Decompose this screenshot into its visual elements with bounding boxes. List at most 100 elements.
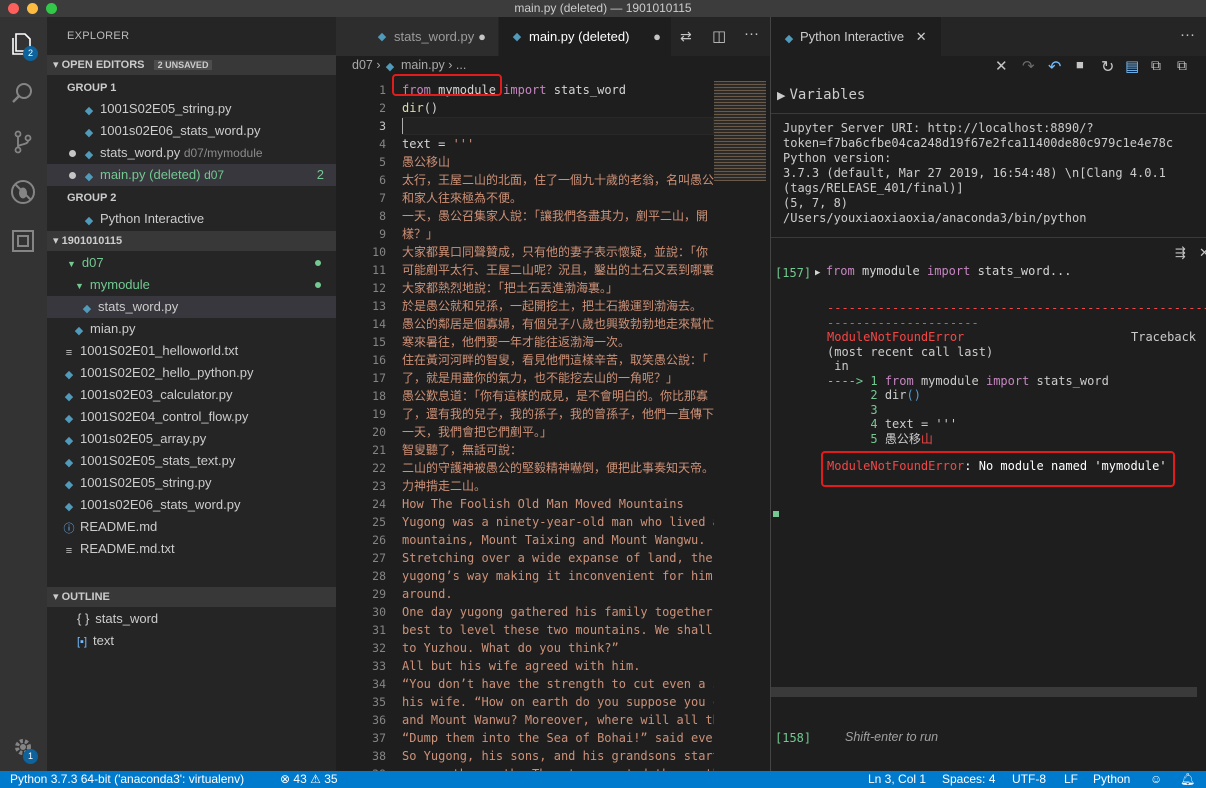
interrupt-kernel-icon[interactable]: ■ <box>1076 57 1084 72</box>
file-mian[interactable]: ◆ mian.py <box>47 318 336 340</box>
extensions-icon[interactable] <box>9 229 37 257</box>
code-line[interactable]: 二山的守護神被愚公的堅毅精神嚇倒，便把此事奏知天帝。 <box>402 459 714 477</box>
code-line[interactable]: How The Foolish Old Man Moved Mountains <box>402 495 714 513</box>
close-cell-icon[interactable]: ✕ <box>1199 245 1206 261</box>
code-line[interactable]: 可能剷平太行、王屋二山呢？況且，鑿出的土石又丟到哪裏 <box>402 261 714 279</box>
code-line[interactable]: around. <box>402 585 714 603</box>
close-tab-icon[interactable]: ✕ <box>916 29 927 44</box>
more-actions-icon[interactable]: ··· <box>1180 26 1195 43</box>
code-line[interactable]: and Mount Wanwu? Moreover, where will al… <box>402 711 714 729</box>
redo-icon[interactable]: ↷ <box>1022 57 1035 75</box>
feedback-smiley-icon[interactable]: ☺ <box>1150 771 1162 788</box>
split-editor-icon[interactable]: ◫ <box>712 27 726 45</box>
code-line[interactable]: 愚公的鄰居是個寡婦，有個兒子八歲也興致勃勃地走來幫忙 <box>402 315 714 333</box>
code-line[interactable]: to Yuzhou. What do you think?” <box>402 639 714 657</box>
problems-indicator[interactable]: ⊗ 43 ⚠ 35 <box>280 771 338 788</box>
expand-all-icon[interactable]: ⧉ <box>1151 57 1161 74</box>
compare-changes-icon[interactable]: ⇄ <box>680 28 692 45</box>
code-line[interactable]: 了，就是用盡你的氣力，也不能挖去山的一角呢？」 <box>402 369 714 387</box>
open-editor-item[interactable]: ◆ 1001S02E05_string.py <box>47 98 336 120</box>
code-line[interactable]: 太行，王屋二山的北面，住了一個九十歲的老翁，名叫愚公 <box>402 171 714 189</box>
source-control-icon[interactable] <box>9 129 37 157</box>
code-line[interactable]: yugong’s way making it inconvenient for … <box>402 567 714 585</box>
code-line[interactable]: All but his wife agreed with him. <box>402 657 714 675</box>
code-line[interactable]: 智叟聽了，無話可說： <box>402 441 714 459</box>
python-interpreter-selector[interactable]: Python 3.7.3 64-bit ('anaconda3': virtua… <box>10 771 244 788</box>
code-line[interactable]: 一天，愚公召集家人說：「讓我們各盡其力，剷平二山，開 <box>402 207 714 225</box>
code-line[interactable]: his wife. “How on earth do you suppose y… <box>402 693 714 711</box>
tab-stats-word[interactable]: ◆ stats_word.py ● <box>336 17 498 56</box>
restart-kernel-icon[interactable]: ↻ <box>1101 57 1114 77</box>
code-line[interactable]: 大家都異口同聲贊成，只有他的妻子表示懷疑，並說：「你 <box>402 243 714 261</box>
end-of-line[interactable]: LF <box>1064 771 1078 788</box>
code-line[interactable]: “Dump them into the Sea of Bohai!” said … <box>402 729 714 747</box>
file-item[interactable]: ◆ 1001S02E05_stats_text.py <box>47 450 336 472</box>
file-item[interactable]: ⓘ README.md <box>47 516 336 538</box>
file-item[interactable]: ◆ 1001S02E05_string.py <box>47 472 336 494</box>
horizontal-scrollbar[interactable] <box>771 687 1197 697</box>
indentation[interactable]: Spaces: 4 <box>942 771 995 788</box>
breadcrumb-folder[interactable]: d07 <box>352 58 373 72</box>
open-editor-item[interactable]: ◆ Python Interactive <box>47 208 336 230</box>
code-line[interactable]: dir() <box>402 99 714 117</box>
code-line[interactable]: 了，還有我的兒子，我的孫子，我的曾孫子，他們一直傳下 <box>402 405 714 423</box>
file-item[interactable]: ◆ 1001s02E03_calculator.py <box>47 384 336 406</box>
minimap[interactable] <box>714 81 766 181</box>
file-item[interactable]: ◆ 1001s02E06_stats_word.py <box>47 494 336 516</box>
file-item[interactable]: ≡ 1001S02E01_helloworld.txt <box>47 340 336 362</box>
code-line[interactable]: One day yugong gathered his family toget… <box>402 603 714 621</box>
tab-main-py[interactable]: ◆ main.py (deleted) ● <box>499 17 671 56</box>
file-item[interactable]: ◆ 1001S02E02_hello_python.py <box>47 362 336 384</box>
code-line[interactable]: 於是愚公就和兒孫，一起開挖土，把土石搬運到渤海去。 <box>402 297 714 315</box>
open-editors-section[interactable]: ▾ OPEN EDITORS 2 UNSAVED <box>47 55 336 75</box>
maximize-window-button[interactable] <box>46 3 57 14</box>
code-line[interactable]: 和家人往來極為不便。 <box>402 189 714 207</box>
code-line[interactable]: Stretching over a wide expanse of land, … <box>402 549 714 567</box>
code-line[interactable]: 一天，我們會把它們剷平。」 <box>402 423 714 441</box>
folder-mymodule[interactable]: ▼ mymodule <box>47 274 336 296</box>
cell-input[interactable]: ▶ from mymodule import stats_word... <box>815 264 1072 278</box>
notifications-bell-icon[interactable]: 🔔︎ <box>1180 771 1195 788</box>
export-icon[interactable]: ▤ <box>1125 57 1139 75</box>
language-mode[interactable]: Python <box>1093 771 1130 788</box>
variables-toggle[interactable]: ▶ Variables <box>777 86 865 103</box>
minimize-window-button[interactable] <box>27 3 38 14</box>
code-line[interactable]: “You don’t have the strength to cut even… <box>402 675 714 693</box>
undo-icon[interactable]: ↶ <box>1048 57 1061 77</box>
file-item[interactable]: ◆ 1001S02E04_control_flow.py <box>47 406 336 428</box>
collapse-input-icon[interactable]: ⇶ <box>1175 245 1186 261</box>
code-line[interactable]: So Yugong, his sons, and his grandsons s… <box>402 747 714 765</box>
outline-section[interactable]: ▾ OUTLINE <box>47 587 336 607</box>
breadcrumb-file[interactable]: main.py <box>401 58 445 72</box>
code-line[interactable]: 力神揹走二山。 <box>402 477 714 495</box>
search-icon[interactable] <box>9 81 37 109</box>
outline-item[interactable]: { } stats_word <box>47 608 336 630</box>
file-item[interactable]: ≡ README.md.txt <box>47 538 336 560</box>
more-actions-icon[interactable]: ··· <box>744 25 759 42</box>
file-item[interactable]: ◆ 1001s02E05_array.py <box>47 428 336 450</box>
encoding[interactable]: UTF-8 <box>1012 771 1046 788</box>
code-line[interactable]: mountains, Mount Taixing and Mount Wangw… <box>402 531 714 549</box>
folder-d07[interactable]: ▼ d07 <box>47 252 336 274</box>
tab-python-interactive[interactable]: ◆ Python Interactive ✕ <box>771 17 941 56</box>
outline-item[interactable]: [▪] text <box>47 630 336 652</box>
open-editor-item[interactable]: ◆ 1001s02E06_stats_word.py <box>47 120 336 142</box>
interactive-input-placeholder[interactable]: Shift-enter to run <box>845 730 938 744</box>
code-line[interactable]: text = ''' <box>402 135 714 153</box>
open-editor-item-selected[interactable]: ◆ main.py (deleted) d07 2 <box>47 164 336 186</box>
code-line[interactable]: 愚公歎息道：「你有這樣的成見，是不會明白的。你比那寡 <box>402 387 714 405</box>
debug-icon[interactable] <box>9 179 37 207</box>
clear-all-icon[interactable]: ✕ <box>995 57 1008 75</box>
code-line[interactable]: 大家都熱烈地說：「把土石丟進渤海裏。」 <box>402 279 714 297</box>
code-line[interactable]: 樣？」 <box>402 225 714 243</box>
code-line[interactable]: 愚公移山 <box>402 153 714 171</box>
cursor-position[interactable]: Ln 3, Col 1 <box>868 771 926 788</box>
code-line[interactable]: best to level these two mountains. We sh… <box>402 621 714 639</box>
code-editor[interactable]: from mymodule import stats_word dir() text… <box>402 81 714 771</box>
file-stats-word[interactable]: ◆ stats_word.py <box>47 296 336 318</box>
code-line[interactable]: Yugong was a ninety-year-old man who liv… <box>402 513 714 531</box>
collapse-all-icon[interactable]: ⧉ <box>1177 57 1187 74</box>
code-line[interactable]: 住在黃河河畔的智叟，看見他們這樣辛苦，取笑愚公說：「 <box>402 351 714 369</box>
code-line[interactable]: 寒來暑往，他們要一年才能往返渤海一次。 <box>402 333 714 351</box>
workspace-section[interactable]: ▾ 1901010115 <box>47 231 336 251</box>
